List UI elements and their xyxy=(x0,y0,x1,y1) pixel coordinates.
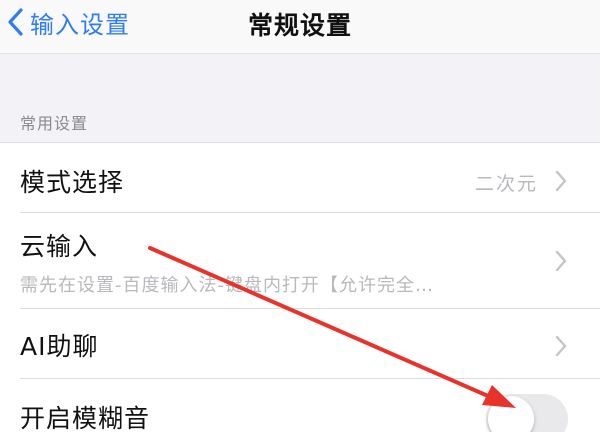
mode-select-row[interactable]: 模式选择 二次元 xyxy=(0,143,600,213)
chevron-right-icon xyxy=(555,335,567,357)
row-label: 云输入 xyxy=(20,232,99,261)
navigation-bar: 输入设置 常规设置 xyxy=(0,0,600,54)
fuzzy-pinyin-toggle[interactable] xyxy=(486,394,568,432)
settings-list: 模式选择 二次元 云输入 需先在设置-百度输入法-键盘内打开【允许完全… AI助… xyxy=(0,142,600,432)
chevron-right-icon xyxy=(555,250,567,272)
row-label: 模式选择 xyxy=(20,168,125,197)
row-label: AI助聊 xyxy=(20,332,99,361)
row-subtitle: 需先在设置-百度输入法-键盘内打开【允许完全… xyxy=(20,275,434,296)
chevron-right-icon xyxy=(555,170,567,192)
row-label: 开启模糊音 xyxy=(20,404,151,432)
section-header: 常用设置 xyxy=(20,114,89,133)
fuzzy-pinyin-row: 开启模糊音 xyxy=(0,379,600,432)
cloud-input-row[interactable]: 云输入 需先在设置-百度输入法-键盘内打开【允许完全… xyxy=(0,213,600,309)
toggle-knob xyxy=(488,396,534,432)
row-value: 二次元 xyxy=(474,173,538,195)
ai-chat-row[interactable]: AI助聊 xyxy=(0,309,600,379)
page-title: 常规设置 xyxy=(247,11,352,40)
